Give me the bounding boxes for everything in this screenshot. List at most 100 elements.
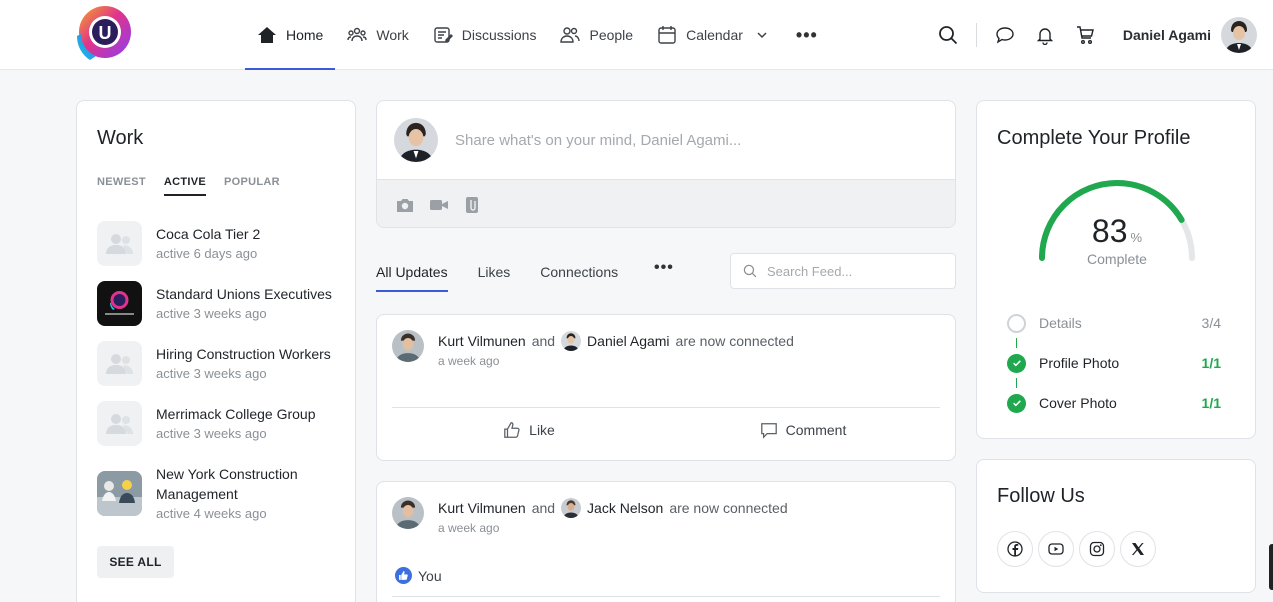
tab-popular[interactable]: POPULAR <box>224 176 280 196</box>
tab-likes[interactable]: Likes <box>478 254 511 292</box>
group-list: Coca Cola Tier 2 active 6 days ago Standa… <box>97 221 347 541</box>
facebook-link[interactable] <box>997 531 1033 567</box>
discussions-icon <box>434 27 453 43</box>
instagram-icon <box>1089 541 1105 557</box>
tab-connections[interactable]: Connections <box>540 254 618 292</box>
checklist-item[interactable]: Details 3/4 <box>1007 303 1221 348</box>
nav-label-calendar: Calendar <box>686 27 743 43</box>
actor-avatar[interactable] <box>392 497 424 529</box>
gauge-percent: 83% <box>977 213 1257 250</box>
checklist-count: 1/1 <box>1201 355 1221 371</box>
x-link[interactable] <box>1120 531 1156 567</box>
comment-icon <box>760 423 777 439</box>
like-button[interactable]: Like <box>392 408 666 452</box>
post-activity-text: Kurt Vilmunen and Daniel Agami are now c… <box>438 330 794 352</box>
attachment-icon[interactable] <box>463 195 483 215</box>
nav-work[interactable]: Work <box>335 0 420 70</box>
post-timestamp[interactable]: a week ago <box>438 521 788 535</box>
profile-completion-widget: Complete Your Profile 83% Complete Detai… <box>976 100 1256 439</box>
group-name[interactable]: Hiring Construction Workers <box>156 344 331 364</box>
actor-name[interactable]: Kurt Vilmunen <box>438 333 526 349</box>
nav-people[interactable]: People <box>548 0 645 70</box>
liked-by-text: You <box>418 567 442 584</box>
percent-sign: % <box>1130 230 1143 245</box>
user-name[interactable]: Daniel Agami <box>1123 27 1211 43</box>
incomplete-circle-icon <box>1007 313 1026 333</box>
comment-label: Comment <box>785 422 847 438</box>
group-meta: active 3 weeks ago <box>156 426 267 441</box>
group-name[interactable]: Coca Cola Tier 2 <box>156 224 260 244</box>
joiner-text: and <box>531 500 556 516</box>
composer-placeholder[interactable]: Share what's on your mind, Daniel Agami.… <box>455 132 741 149</box>
composer-input-area[interactable]: Share what's on your mind, Daniel Agami.… <box>377 101 955 179</box>
actor-name[interactable]: Kurt Vilmunen <box>438 500 526 516</box>
checklist-item[interactable]: Cover Photo 1/1 <box>1007 383 1221 423</box>
search-button[interactable] <box>928 15 968 55</box>
target-name[interactable]: Jack Nelson <box>587 500 663 516</box>
instagram-link[interactable] <box>1079 531 1115 567</box>
target-name[interactable]: Daniel Agami <box>587 333 670 349</box>
tab-newest[interactable]: NEWEST <box>97 176 146 196</box>
target-avatar[interactable] <box>561 331 582 351</box>
top-navigation-bar: U Home Work Discussions People Calendar … <box>0 0 1273 70</box>
chevron-down-icon <box>757 32 767 39</box>
group-placeholder-icon <box>97 341 142 386</box>
profile-completion-title: Complete Your Profile <box>997 127 1191 149</box>
checklist-count: 1/1 <box>1201 395 1221 411</box>
see-all-button[interactable]: SEE ALL <box>97 546 174 578</box>
follow-us-title: Follow Us <box>997 485 1085 507</box>
camera-icon[interactable] <box>395 195 415 215</box>
work-filter-tabs: NEWEST ACTIVE POPULAR <box>97 176 280 196</box>
tab-active[interactable]: ACTIVE <box>163 176 206 196</box>
people-icon <box>560 27 581 43</box>
likes-summary[interactable]: You <box>395 567 442 584</box>
target-avatar[interactable] <box>561 498 582 518</box>
activity-text: are now connected <box>675 333 794 349</box>
percent-value: 83 <box>1091 213 1128 249</box>
list-item[interactable]: New York Construction Management active 4… <box>97 461 347 541</box>
joiner-text: and <box>531 333 556 349</box>
check-circle-icon <box>1007 393 1026 413</box>
group-name[interactable]: Merrimack College Group <box>156 404 316 424</box>
youtube-link[interactable] <box>1038 531 1074 567</box>
search-feed-input[interactable] <box>767 263 927 279</box>
tab-all-updates[interactable]: All Updates <box>376 254 448 292</box>
nav-calendar[interactable]: Calendar <box>645 0 780 70</box>
check-circle-icon <box>1007 353 1026 373</box>
divider <box>975 23 977 47</box>
nav-more-button[interactable]: ••• <box>780 0 834 70</box>
video-icon[interactable] <box>429 195 449 215</box>
actor-avatar[interactable] <box>392 330 424 362</box>
feed-tabs: All Updates Likes Connections <box>376 254 648 294</box>
top-right-actions: Daniel Agami <box>928 0 1257 70</box>
list-item[interactable]: Coca Cola Tier 2 active 6 days ago <box>97 221 347 281</box>
cart-button[interactable] <box>1065 15 1105 55</box>
list-item[interactable]: Standard Unions Executives active 3 weeks… <box>97 281 347 341</box>
nav-discussions[interactable]: Discussions <box>421 0 549 70</box>
group-name[interactable]: New York Construction Management <box>156 464 347 504</box>
list-item[interactable]: Hiring Construction Workers active 3 week… <box>97 341 347 401</box>
checklist-item[interactable]: Profile Photo 1/1 <box>1007 343 1221 388</box>
x-icon <box>1131 543 1144 555</box>
comment-button[interactable]: Comment <box>666 408 940 452</box>
checklist-label: Cover Photo <box>1039 395 1117 411</box>
brand-logo[interactable]: U <box>76 4 132 60</box>
composer-avatar <box>394 118 438 162</box>
youtube-icon <box>1048 543 1064 555</box>
user-avatar[interactable] <box>1221 17 1257 53</box>
group-photo-thumb <box>97 471 142 516</box>
group-name[interactable]: Standard Unions Executives <box>156 284 332 304</box>
checklist-label: Profile Photo <box>1039 355 1120 371</box>
side-drawer-handle[interactable] <box>1269 544 1273 590</box>
list-item[interactable]: Merrimack College Group active 3 weeks ag… <box>97 401 347 461</box>
checklist-label: Details <box>1039 315 1082 331</box>
messages-button[interactable] <box>985 15 1025 55</box>
post-timestamp[interactable]: a week ago <box>438 354 794 368</box>
post-activity-text: Kurt Vilmunen and Jack Nelson are now co… <box>438 497 788 519</box>
notifications-button[interactable] <box>1025 15 1065 55</box>
facebook-icon <box>1007 541 1023 557</box>
nav-label-work: Work <box>376 27 409 43</box>
composer-toolbar <box>377 179 955 227</box>
feed-more-button[interactable]: ••• <box>654 259 674 277</box>
nav-home[interactable]: Home <box>245 0 336 70</box>
